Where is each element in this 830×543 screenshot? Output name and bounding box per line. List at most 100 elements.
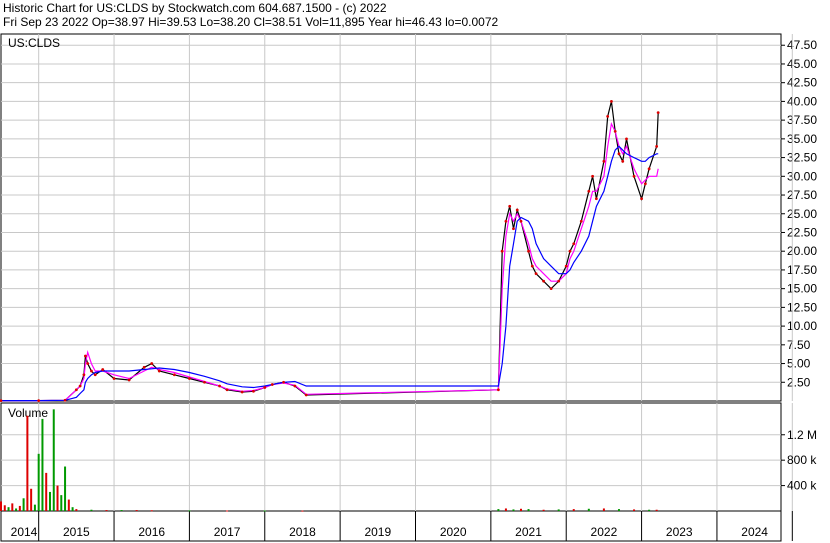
price-tick-label: 45.00 xyxy=(787,57,817,71)
price-point xyxy=(82,373,86,377)
price-point xyxy=(90,369,93,373)
volume-bar xyxy=(557,509,560,511)
price-point xyxy=(549,287,553,291)
volume-bar xyxy=(67,499,70,511)
price-point xyxy=(568,249,572,253)
volume-bar xyxy=(512,509,515,511)
volume-bar xyxy=(263,510,266,512)
price-tick-label: 35.00 xyxy=(787,132,817,146)
volume-bar xyxy=(56,485,59,511)
year-tick-label: 2017 xyxy=(214,525,241,539)
price-point xyxy=(101,368,105,371)
price-point xyxy=(218,384,221,388)
price-point xyxy=(127,378,131,382)
volume-bar xyxy=(602,508,605,511)
volume-bar xyxy=(301,510,304,512)
price-point xyxy=(93,373,97,377)
volume-bar xyxy=(75,509,78,511)
volume-bar xyxy=(542,509,545,511)
year-tick-label: 2018 xyxy=(289,525,316,539)
price-point xyxy=(172,373,176,377)
price-point xyxy=(78,384,82,388)
symbol-label: US:CLDS xyxy=(8,36,60,50)
year-tick-label: 2015 xyxy=(63,525,90,539)
price-tick-label: 17.50 xyxy=(787,263,817,277)
price-point xyxy=(112,377,116,380)
price-point xyxy=(640,197,643,201)
price-point xyxy=(508,204,512,208)
price-point xyxy=(564,264,568,268)
price-point xyxy=(572,242,576,246)
volume-bar xyxy=(587,508,590,511)
price-point xyxy=(500,249,504,253)
volume-bar xyxy=(572,509,575,511)
volume-bar xyxy=(64,466,67,511)
price-tick-label: 5.00 xyxy=(787,357,811,371)
volume-bar xyxy=(3,505,6,511)
price-point xyxy=(203,380,206,384)
year-tick-label: 2019 xyxy=(364,525,391,539)
volume-bar xyxy=(33,504,36,511)
price-point xyxy=(515,208,519,212)
price-point xyxy=(527,249,530,253)
volume-bar xyxy=(648,509,651,511)
volume-bar xyxy=(527,509,530,511)
price-point xyxy=(602,159,606,163)
price-tick-label: 25.00 xyxy=(787,207,817,221)
price-tick-label: 40.00 xyxy=(787,94,817,108)
price-tick-label: 30.00 xyxy=(787,169,817,183)
price-point xyxy=(617,152,621,156)
price-point xyxy=(252,389,255,393)
price-point xyxy=(519,219,523,223)
volume-bar xyxy=(90,509,93,511)
volume-bar xyxy=(0,501,2,511)
price-point xyxy=(142,365,146,369)
price-point xyxy=(84,354,87,358)
price-point xyxy=(557,279,561,283)
price-point xyxy=(263,386,267,389)
price-point xyxy=(587,189,591,193)
price-point xyxy=(63,398,67,402)
year-tick-label: 2016 xyxy=(138,525,165,539)
price-tick-label: 42.50 xyxy=(787,76,817,90)
volume-bar xyxy=(26,415,29,511)
price-point xyxy=(150,362,154,365)
volume-bar xyxy=(71,507,74,511)
volume-tick-label: 400 k xyxy=(787,479,817,493)
volume-panel xyxy=(0,402,782,512)
volume-bar xyxy=(633,509,636,511)
price-point xyxy=(188,377,191,380)
year-tick-label: 2024 xyxy=(741,525,768,539)
price-tick-label: 20.00 xyxy=(787,244,817,258)
price-chart: 2.50 5.00 7.50 10.00 12.50 15.00 17.50 20.00 22.… xyxy=(0,33,817,542)
price-point xyxy=(225,388,229,392)
price-point xyxy=(621,159,625,163)
price-point xyxy=(240,390,244,394)
volume-bar xyxy=(22,498,25,511)
volume-bar xyxy=(52,409,55,511)
volume-bar xyxy=(520,508,522,511)
price-tick-label: 2.50 xyxy=(787,375,811,389)
price-point xyxy=(74,388,78,392)
volume-bar xyxy=(48,491,51,511)
price-point xyxy=(37,399,41,403)
volume-bar xyxy=(497,509,500,511)
price-point xyxy=(496,388,500,392)
price-tick-label: 37.50 xyxy=(787,113,817,127)
price-point xyxy=(647,167,651,171)
price-point xyxy=(304,393,308,397)
price-point xyxy=(530,264,534,268)
volume-tick-label: 1.2 M xyxy=(787,428,817,442)
volume-tick-label: 800 k xyxy=(787,453,817,467)
volume-bar xyxy=(617,509,620,511)
price-tick-label: 10.00 xyxy=(787,319,817,333)
volume-bar xyxy=(504,508,507,511)
price-point xyxy=(613,129,617,133)
price-point xyxy=(512,227,515,231)
price-point xyxy=(270,383,274,386)
price-panel xyxy=(0,33,782,402)
volume-bar xyxy=(226,510,229,512)
price-point xyxy=(594,197,598,201)
price-tick-label: 12.50 xyxy=(787,300,817,314)
volume-bar xyxy=(188,510,191,512)
